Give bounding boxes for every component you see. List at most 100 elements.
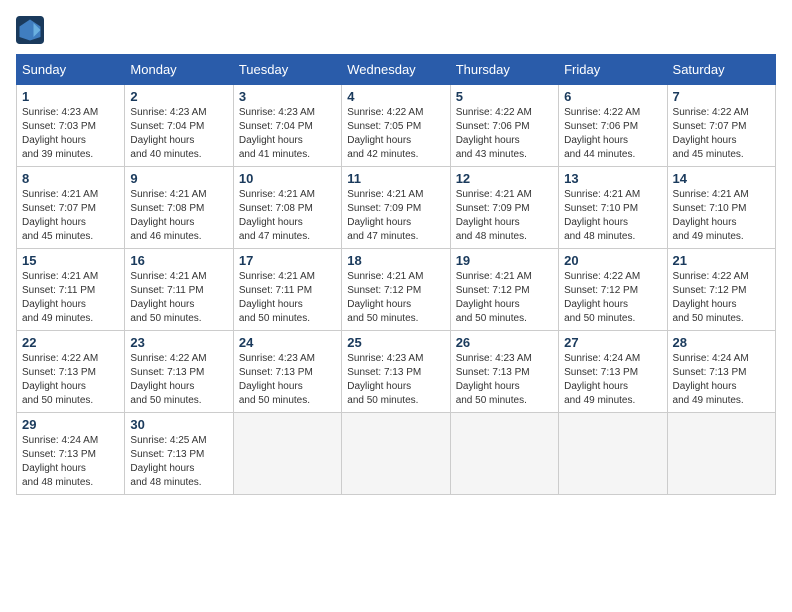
day-number: 19 <box>456 253 553 268</box>
day-number: 28 <box>673 335 770 350</box>
day-number: 15 <box>22 253 119 268</box>
day-number: 4 <box>347 89 444 104</box>
day-info: Sunrise: 4:21 AMSunset: 7:11 PMDaylight … <box>22 270 119 326</box>
calendar-cell: 29 Sunrise: 4:24 AMSunset: 7:13 PMDayligh… <box>17 413 125 495</box>
day-info: Sunrise: 4:23 AMSunset: 7:03 PMDaylight … <box>22 106 119 162</box>
weekday-header-friday: Friday <box>559 55 667 85</box>
calendar-week-1: 1 Sunrise: 4:23 AMSunset: 7:03 PMDaylight… <box>17 85 776 167</box>
calendar-cell <box>667 413 775 495</box>
day-number: 18 <box>347 253 444 268</box>
day-number: 21 <box>673 253 770 268</box>
logo <box>16 16 48 44</box>
day-number: 6 <box>564 89 661 104</box>
day-number: 14 <box>673 171 770 186</box>
day-number: 24 <box>239 335 336 350</box>
day-info: Sunrise: 4:23 AMSunset: 7:04 PMDaylight … <box>130 106 227 162</box>
day-info: Sunrise: 4:21 AMSunset: 7:08 PMDaylight … <box>130 188 227 244</box>
calendar-cell: 5Sunrise: 4:22 AMSunset: 7:06 PMDaylight… <box>450 85 558 167</box>
calendar-cell: 11 Sunrise: 4:21 AMSunset: 7:09 PMDayligh… <box>342 167 450 249</box>
day-info: Sunrise: 4:21 AMSunset: 7:09 PMDaylight … <box>347 188 444 244</box>
day-number: 10 <box>239 171 336 186</box>
weekday-header-tuesday: Tuesday <box>233 55 341 85</box>
page-header <box>16 16 776 44</box>
calendar-cell: 20Sunrise: 4:22 AMSunset: 7:12 PMDayligh… <box>559 249 667 331</box>
calendar-cell: 1 Sunrise: 4:23 AMSunset: 7:03 PMDaylight… <box>17 85 125 167</box>
day-info: Sunrise: 4:23 AMSunset: 7:13 PMDaylight … <box>456 352 553 408</box>
day-number: 3 <box>239 89 336 104</box>
day-info: Sunrise: 4:22 AMSunset: 7:13 PMDaylight … <box>22 352 119 408</box>
day-number: 27 <box>564 335 661 350</box>
calendar-cell: 24 Sunrise: 4:23 AMSunset: 7:13 PMDayligh… <box>233 331 341 413</box>
calendar-cell: 18 Sunrise: 4:21 AMSunset: 7:12 PMDayligh… <box>342 249 450 331</box>
day-info: Sunrise: 4:22 AMSunset: 7:07 PMDaylight … <box>673 106 770 162</box>
calendar-cell: 4Sunrise: 4:22 AMSunset: 7:05 PMDaylight… <box>342 85 450 167</box>
calendar-cell: 12 Sunrise: 4:21 AMSunset: 7:09 PMDayligh… <box>450 167 558 249</box>
calendar-cell: 7 Sunrise: 4:22 AMSunset: 7:07 PMDaylight… <box>667 85 775 167</box>
weekday-header-thursday: Thursday <box>450 55 558 85</box>
calendar-table: SundayMondayTuesdayWednesdayThursdayFrid… <box>16 54 776 495</box>
calendar-cell <box>450 413 558 495</box>
day-number: 2 <box>130 89 227 104</box>
calendar-cell: 9 Sunrise: 4:21 AMSunset: 7:08 PMDaylight… <box>125 167 233 249</box>
day-info: Sunrise: 4:22 AMSunset: 7:12 PMDaylight … <box>673 270 770 326</box>
calendar-cell: 28Sunrise: 4:24 AMSunset: 7:13 PMDayligh… <box>667 331 775 413</box>
calendar-cell: 15 Sunrise: 4:21 AMSunset: 7:11 PMDayligh… <box>17 249 125 331</box>
calendar-cell: 6 Sunrise: 4:22 AMSunset: 7:06 PMDaylight… <box>559 85 667 167</box>
calendar-week-4: 22 Sunrise: 4:22 AMSunset: 7:13 PMDayligh… <box>17 331 776 413</box>
calendar-cell: 21 Sunrise: 4:22 AMSunset: 7:12 PMDayligh… <box>667 249 775 331</box>
calendar-cell: 22 Sunrise: 4:22 AMSunset: 7:13 PMDayligh… <box>17 331 125 413</box>
day-number: 23 <box>130 335 227 350</box>
weekday-header-sunday: Sunday <box>17 55 125 85</box>
weekday-header-monday: Monday <box>125 55 233 85</box>
calendar-cell <box>559 413 667 495</box>
calendar-cell: 10 Sunrise: 4:21 AMSunset: 7:08 PMDayligh… <box>233 167 341 249</box>
calendar-cell <box>233 413 341 495</box>
day-number: 13 <box>564 171 661 186</box>
day-info: Sunrise: 4:21 AMSunset: 7:09 PMDaylight … <box>456 188 553 244</box>
day-number: 12 <box>456 171 553 186</box>
day-info: Sunrise: 4:21 AMSunset: 7:07 PMDaylight … <box>22 188 119 244</box>
day-number: 1 <box>22 89 119 104</box>
day-info: Sunrise: 4:21 AMSunset: 7:12 PMDaylight … <box>456 270 553 326</box>
calendar-cell: 3 Sunrise: 4:23 AMSunset: 7:04 PMDaylight… <box>233 85 341 167</box>
day-number: 16 <box>130 253 227 268</box>
calendar-cell: 17Sunrise: 4:21 AMSunset: 7:11 PMDayligh… <box>233 249 341 331</box>
calendar-week-5: 29 Sunrise: 4:24 AMSunset: 7:13 PMDayligh… <box>17 413 776 495</box>
calendar-header: SundayMondayTuesdayWednesdayThursdayFrid… <box>17 55 776 85</box>
calendar-week-3: 15 Sunrise: 4:21 AMSunset: 7:11 PMDayligh… <box>17 249 776 331</box>
day-info: Sunrise: 4:21 AMSunset: 7:11 PMDaylight … <box>239 270 336 326</box>
calendar-cell: 30Sunrise: 4:25 AMSunset: 7:13 PMDayligh… <box>125 413 233 495</box>
day-info: Sunrise: 4:22 AMSunset: 7:12 PMDaylight … <box>564 270 661 326</box>
calendar-cell: 23 Sunrise: 4:22 AMSunset: 7:13 PMDayligh… <box>125 331 233 413</box>
day-number: 8 <box>22 171 119 186</box>
day-info: Sunrise: 4:24 AMSunset: 7:13 PMDaylight … <box>22 434 119 490</box>
weekday-header-saturday: Saturday <box>667 55 775 85</box>
day-number: 29 <box>22 417 119 432</box>
day-number: 25 <box>347 335 444 350</box>
day-number: 9 <box>130 171 227 186</box>
day-number: 22 <box>22 335 119 350</box>
calendar-body: 1 Sunrise: 4:23 AMSunset: 7:03 PMDaylight… <box>17 85 776 495</box>
calendar-cell: 14 Sunrise: 4:21 AMSunset: 7:10 PMDayligh… <box>667 167 775 249</box>
day-info: Sunrise: 4:21 AMSunset: 7:11 PMDaylight … <box>130 270 227 326</box>
day-info: Sunrise: 4:21 AMSunset: 7:08 PMDaylight … <box>239 188 336 244</box>
day-info: Sunrise: 4:23 AMSunset: 7:13 PMDaylight … <box>239 352 336 408</box>
calendar-cell: 26 Sunrise: 4:23 AMSunset: 7:13 PMDayligh… <box>450 331 558 413</box>
calendar-cell: 19 Sunrise: 4:21 AMSunset: 7:12 PMDayligh… <box>450 249 558 331</box>
calendar-cell: 27 Sunrise: 4:24 AMSunset: 7:13 PMDayligh… <box>559 331 667 413</box>
day-info: Sunrise: 4:21 AMSunset: 7:10 PMDaylight … <box>673 188 770 244</box>
day-info: Sunrise: 4:22 AMSunset: 7:13 PMDaylight … <box>130 352 227 408</box>
calendar-cell: 8 Sunrise: 4:21 AMSunset: 7:07 PMDaylight… <box>17 167 125 249</box>
day-number: 26 <box>456 335 553 350</box>
calendar-cell <box>342 413 450 495</box>
day-info: Sunrise: 4:24 AMSunset: 7:13 PMDaylight … <box>564 352 661 408</box>
calendar-cell: 2 Sunrise: 4:23 AMSunset: 7:04 PMDaylight… <box>125 85 233 167</box>
day-number: 30 <box>130 417 227 432</box>
day-number: 7 <box>673 89 770 104</box>
day-info: Sunrise: 4:23 AMSunset: 7:04 PMDaylight … <box>239 106 336 162</box>
day-number: 11 <box>347 171 444 186</box>
logo-icon <box>16 16 44 44</box>
day-info: Sunrise: 4:22 AMSunset: 7:06 PMDaylight … <box>564 106 661 162</box>
day-info: Sunrise: 4:21 AMSunset: 7:12 PMDaylight … <box>347 270 444 326</box>
day-info: Sunrise: 4:21 AMSunset: 7:10 PMDaylight … <box>564 188 661 244</box>
